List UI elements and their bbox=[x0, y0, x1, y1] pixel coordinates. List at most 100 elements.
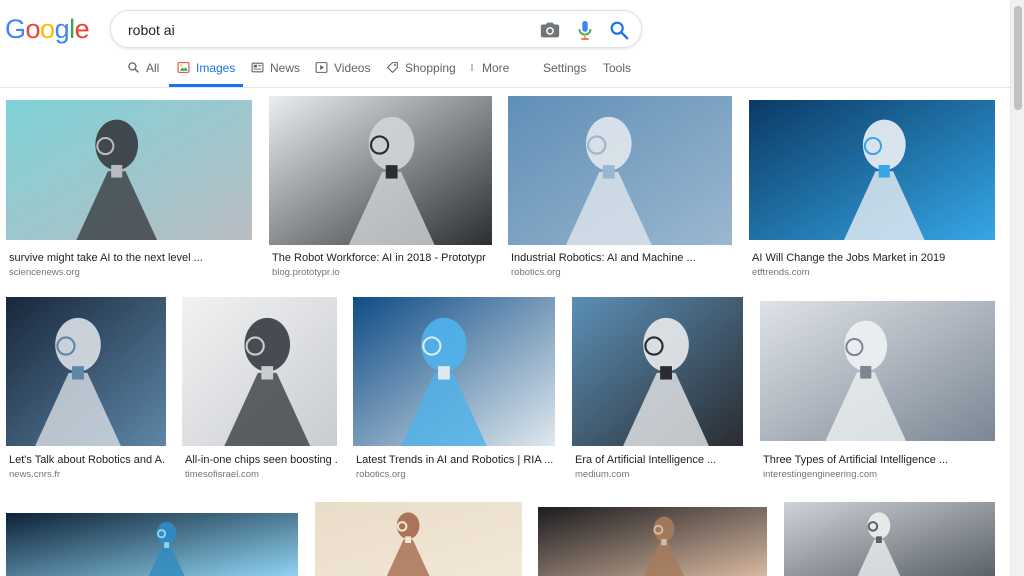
result-title[interactable]: Era of Artificial Intelligence ... bbox=[575, 454, 743, 466]
image-result[interactable] bbox=[315, 502, 522, 576]
tag-icon bbox=[386, 62, 398, 74]
video-icon bbox=[315, 62, 328, 73]
result-thumbnail[interactable] bbox=[508, 96, 732, 245]
robot-neck bbox=[111, 164, 123, 178]
tab-more[interactable]: More bbox=[468, 58, 509, 88]
image-result[interactable]: Era of Artificial Intelligence ... mediu… bbox=[572, 297, 743, 481]
result-source: sciencenews.org bbox=[9, 267, 80, 278]
image-icon bbox=[177, 62, 190, 73]
tab-shopping[interactable]: Shopping bbox=[386, 58, 456, 88]
search-input[interactable] bbox=[128, 20, 508, 40]
scroll-thumb[interactable] bbox=[1014, 6, 1022, 110]
robot-head bbox=[586, 116, 632, 171]
result-title[interactable]: Latest Trends in AI and Robotics | RIA .… bbox=[356, 454, 554, 466]
result-thumbnail[interactable] bbox=[353, 297, 555, 446]
tab-label: Videos bbox=[334, 61, 371, 75]
result-thumbnail[interactable] bbox=[760, 301, 995, 441]
result-thumbnail[interactable] bbox=[6, 297, 166, 446]
robot-head bbox=[867, 512, 891, 539]
search-icon bbox=[128, 62, 139, 73]
result-title[interactable]: Industrial Robotics: AI and Machine ... bbox=[511, 252, 731, 264]
image-result[interactable]: Latest Trends in AI and Robotics | RIA .… bbox=[353, 297, 555, 481]
result-source: timesofisrael.com bbox=[185, 469, 259, 480]
logo-letter: o bbox=[25, 14, 41, 44]
result-source: robotics.org bbox=[356, 469, 406, 480]
result-thumbnail[interactable] bbox=[538, 507, 767, 576]
image-result[interactable]: AI Will Change the Jobs Market in 2019 e… bbox=[749, 100, 995, 280]
result-source: medium.com bbox=[575, 469, 630, 480]
result-thumbnail[interactable] bbox=[749, 100, 995, 240]
robot-head bbox=[844, 320, 888, 371]
tab-label: More bbox=[482, 61, 510, 75]
news-icon bbox=[251, 62, 264, 73]
robot-neck bbox=[878, 164, 890, 178]
microphone-icon[interactable] bbox=[574, 19, 596, 41]
image-result[interactable] bbox=[538, 507, 767, 576]
result-title[interactable]: The Robot Workforce: AI in 2018 - Protot… bbox=[272, 252, 492, 264]
image-result[interactable]: The Robot Workforce: AI in 2018 - Protot… bbox=[269, 96, 492, 280]
result-title[interactable]: Let's Talk about Robotics and A... bbox=[9, 454, 165, 466]
robot-head bbox=[368, 116, 415, 171]
tab-images[interactable]: Images bbox=[168, 58, 244, 88]
result-thumbnail[interactable] bbox=[6, 100, 252, 240]
image-result[interactable]: Industrial Robotics: AI and Machine ... … bbox=[508, 96, 732, 280]
robot-neck bbox=[405, 536, 412, 543]
image-result[interactable]: All-in-one chips seen boosting ... times… bbox=[182, 297, 337, 481]
robot-neck bbox=[660, 366, 672, 380]
robot-head bbox=[156, 521, 177, 545]
robot-neck bbox=[164, 542, 170, 548]
tab-settings[interactable]: Settings bbox=[543, 58, 586, 88]
robot-head bbox=[95, 119, 139, 170]
result-title[interactable]: Three Types of Artificial Intelligence .… bbox=[763, 454, 995, 466]
robot-head bbox=[643, 317, 689, 372]
logo-letter: o bbox=[40, 14, 55, 44]
image-result[interactable] bbox=[6, 513, 298, 576]
result-source: robotics.org bbox=[511, 267, 561, 278]
robot-neck bbox=[385, 165, 398, 179]
result-title[interactable]: survive might take AI to the next level … bbox=[9, 252, 249, 264]
image-result[interactable]: Three Types of Artificial Intelligence .… bbox=[760, 301, 995, 481]
tab-videos[interactable]: Videos bbox=[315, 58, 370, 88]
result-thumbnail[interactable] bbox=[315, 502, 522, 576]
image-result[interactable]: survive might take AI to the next level … bbox=[6, 100, 252, 280]
result-thumbnail[interactable] bbox=[6, 513, 298, 576]
top-header: Google All Images News Videos bbox=[0, 0, 1010, 88]
robot-head bbox=[653, 516, 675, 542]
robot-head bbox=[55, 317, 101, 372]
tab-label: Images bbox=[196, 61, 236, 75]
search-box bbox=[110, 10, 642, 48]
result-thumbnail[interactable] bbox=[269, 96, 492, 245]
robot-neck bbox=[72, 366, 84, 380]
result-thumbnail[interactable] bbox=[572, 297, 743, 446]
result-title[interactable]: All-in-one chips seen boosting ... bbox=[185, 454, 337, 466]
result-thumbnail[interactable] bbox=[182, 297, 337, 446]
image-result[interactable] bbox=[784, 502, 995, 576]
logo-letter: g bbox=[54, 14, 70, 44]
robot-neck bbox=[437, 366, 450, 380]
result-source: etftrends.com bbox=[752, 267, 810, 278]
result-source: interestingengineering.com bbox=[763, 469, 878, 480]
result-title[interactable]: AI Will Change the Jobs Market in 2019 bbox=[752, 252, 992, 264]
robot-neck bbox=[602, 165, 615, 179]
tab-news[interactable]: News bbox=[251, 58, 300, 88]
robot-neck bbox=[876, 536, 882, 543]
tab-all[interactable]: All bbox=[127, 58, 159, 88]
tab-label: Shopping bbox=[405, 61, 456, 75]
logo-letter: e bbox=[74, 14, 90, 44]
robot-neck bbox=[860, 365, 872, 379]
robot-neck bbox=[661, 539, 667, 546]
result-source: news.cnrs.fr bbox=[9, 469, 61, 480]
search-icon[interactable] bbox=[608, 19, 630, 41]
result-thumbnail[interactable] bbox=[784, 502, 995, 576]
more-vert-icon bbox=[471, 64, 473, 71]
tab-label: All bbox=[146, 61, 160, 75]
page-scrollbar[interactable] bbox=[1010, 0, 1024, 576]
result-source: blog.prototypr.io bbox=[272, 267, 340, 278]
robot-head bbox=[396, 512, 420, 539]
robot-head bbox=[862, 119, 906, 170]
image-result[interactable]: Let's Talk about Robotics and A... news.… bbox=[6, 297, 166, 481]
camera-icon[interactable] bbox=[539, 19, 561, 41]
google-logo[interactable]: Google bbox=[5, 14, 90, 45]
tab-tools[interactable]: Tools bbox=[603, 58, 631, 88]
logo-letter: G bbox=[5, 14, 26, 44]
